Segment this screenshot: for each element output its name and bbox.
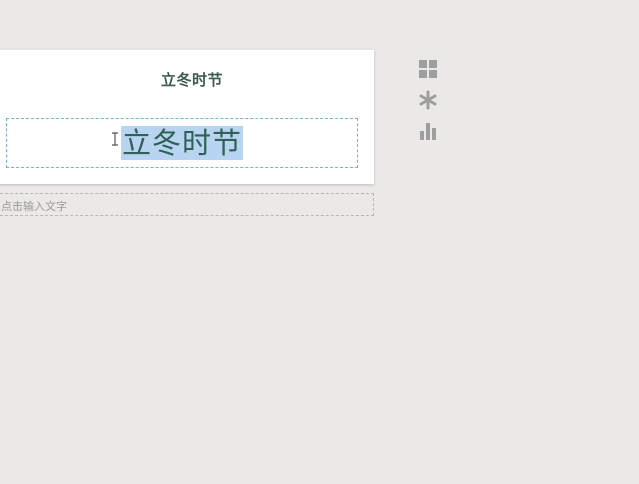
asterisk-icon[interactable] (418, 90, 438, 110)
bar-chart-icon[interactable] (418, 121, 438, 141)
text-cursor-icon (110, 131, 120, 146)
input-placeholder: 点击输入文字 (1, 200, 67, 213)
text-card[interactable]: 立冬时节 立冬时节 (0, 50, 374, 184)
editor-canvas: 立冬时节 立冬时节 点击输入文字 (0, 0, 639, 484)
card-title[interactable]: 立冬时节 (0, 69, 384, 90)
grid-icon[interactable] (418, 59, 438, 79)
selected-text[interactable]: 立冬时节 (121, 126, 244, 160)
text-input-field[interactable]: 点击输入文字 (0, 193, 374, 216)
text-edit-box[interactable]: 立冬时节 (6, 118, 358, 168)
